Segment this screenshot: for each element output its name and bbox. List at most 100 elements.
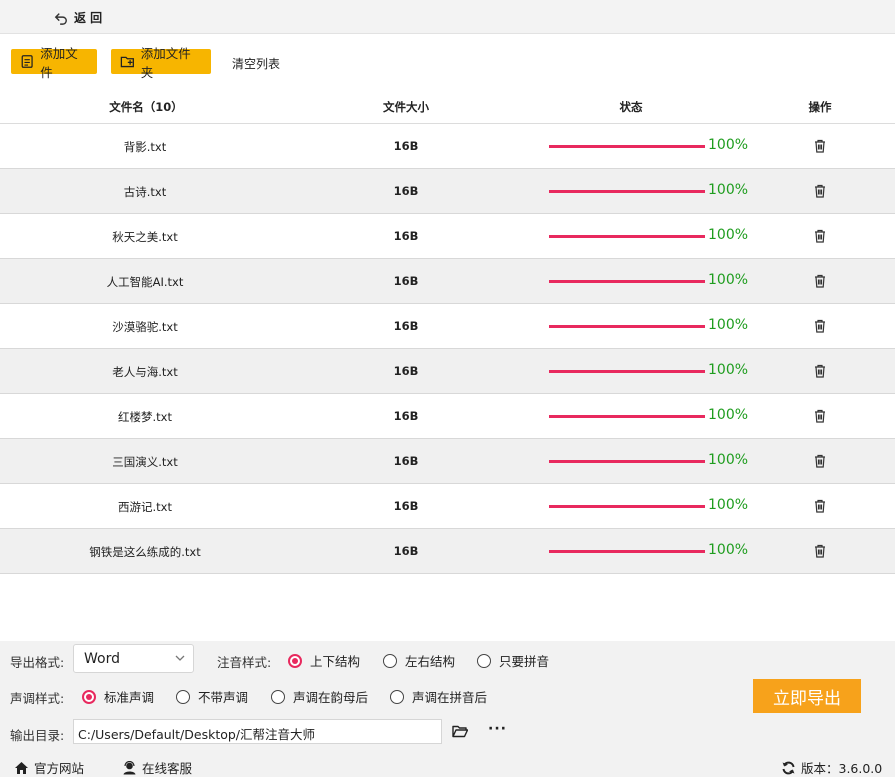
file-size: 16B [393, 319, 419, 333]
toolbar: 添加文件 添加文件夹 清空列表 [0, 34, 895, 88]
radio-circle [477, 653, 491, 668]
clear-list-button[interactable]: 清空列表 [232, 55, 280, 72]
table-row: 钢铁是这么练成的.txt 16B 100% [0, 529, 895, 574]
radio-circle [383, 653, 397, 668]
progress-bar [549, 460, 705, 463]
trash-icon[interactable] [813, 453, 827, 469]
file-size: 16B [393, 139, 419, 153]
progress-bar [549, 235, 705, 238]
official-website-link[interactable]: 官方网站 [14, 758, 84, 777]
radio-circle [390, 689, 404, 704]
radio-tone-after-final[interactable]: 声调在韵母后 [271, 687, 368, 706]
support-agent-icon [123, 760, 136, 774]
progress-fill [549, 415, 705, 418]
file-size: 16B [393, 409, 419, 423]
trash-icon[interactable] [813, 228, 827, 244]
trash-icon[interactable] [813, 408, 827, 424]
table-row: 古诗.txt 16B 100% [0, 169, 895, 214]
add-folder-button[interactable]: 添加文件夹 [111, 46, 211, 80]
status-text: 100% [708, 407, 749, 423]
radio-label: 标准声调 [104, 690, 155, 705]
trash-icon[interactable] [813, 543, 827, 559]
progress-fill [549, 325, 705, 328]
table-header: 文件名（10） 文件大小 状态 操作 [0, 88, 895, 124]
online-support-link[interactable]: 在线客服 [122, 758, 192, 777]
radio-circle [288, 653, 302, 668]
progress-fill [549, 460, 705, 463]
output-dir-input[interactable]: C:/Users/Default/Desktop/汇帮注音大师 [73, 719, 442, 744]
progress-fill [549, 370, 705, 373]
progress-bar [549, 190, 705, 193]
status-text: 100% [708, 182, 749, 198]
chevron-down-icon [175, 655, 185, 661]
radio-tone-none[interactable]: 不带声调 [176, 687, 248, 706]
version-info[interactable]: 版本：3.6.0.0 [781, 758, 882, 777]
tone-style-label: 声调样式: [10, 691, 65, 706]
back-label: 返 回 [74, 11, 103, 25]
export-button[interactable]: 立即导出 [753, 679, 861, 713]
file-name: 钢铁是这么练成的.txt [89, 545, 201, 559]
progress-bar [549, 325, 705, 328]
radio-label: 声调在韵母后 [293, 690, 369, 705]
table-row: 秋天之美.txt 16B 100% [0, 214, 895, 259]
progress-fill [549, 145, 705, 148]
table-row: 沙漠骆驼.txt 16B 100% [0, 304, 895, 349]
trash-icon[interactable] [813, 138, 827, 154]
status-text: 100% [708, 362, 749, 378]
output-dir-label: 输出目录: [10, 728, 65, 743]
top-bar: 返 回 [0, 0, 895, 34]
official-website-label: 官方网站 [34, 761, 85, 776]
table-row: 西游记.txt 16B 100% [0, 484, 895, 529]
back-button[interactable]: 返 回 [54, 9, 102, 26]
status-text: 100% [708, 317, 749, 333]
file-name: 老人与海.txt [112, 365, 178, 379]
file-name: 背影.txt [123, 140, 167, 154]
trash-icon[interactable] [813, 498, 827, 514]
folder-add-icon [120, 56, 134, 68]
status-text: 100% [708, 497, 749, 513]
file-size: 16B [393, 229, 419, 243]
file-name: 西游记.txt [118, 500, 172, 514]
file-name: 古诗.txt [123, 185, 167, 199]
status-text: 100% [708, 227, 749, 243]
radio-pinyin-top-bottom[interactable]: 上下结构 [288, 651, 360, 670]
file-size: 16B [393, 499, 419, 513]
progress-fill [549, 235, 705, 238]
status-text: 100% [708, 137, 749, 153]
status-text: 100% [708, 542, 749, 558]
table-row: 人工智能AI.txt 16B 100% [0, 259, 895, 304]
radio-tone-after-pinyin[interactable]: 声调在拼音后 [390, 687, 487, 706]
progress-bar [549, 505, 705, 508]
trash-icon[interactable] [813, 273, 827, 289]
more-options-button[interactable]: ··· [488, 721, 507, 737]
radio-pinyin-only[interactable]: 只要拼音 [477, 651, 549, 670]
home-icon [15, 761, 28, 774]
radio-circle [271, 689, 285, 704]
radio-label: 上下结构 [310, 654, 361, 669]
format-label: 导出格式: [10, 655, 65, 670]
status-text: 100% [708, 452, 749, 468]
progress-fill [549, 280, 705, 283]
refresh-icon [782, 761, 795, 774]
radio-pinyin-left-right[interactable]: 左右结构 [383, 651, 455, 670]
radio-tone-standard[interactable]: 标准声调 [82, 687, 154, 706]
radio-circle [176, 689, 190, 704]
trash-icon[interactable] [813, 183, 827, 199]
back-arrow-icon [54, 12, 67, 25]
file-name: 秋天之美.txt [112, 230, 178, 244]
radio-label: 声调在拼音后 [412, 690, 488, 705]
radio-label: 不带声调 [198, 690, 249, 705]
settings-panel: 导出格式: Word 注音样式: 上下结构 左右结构 只要拼音 声调样式: 标准… [0, 641, 895, 777]
header-action: 操作 [808, 100, 832, 114]
format-select[interactable]: Word [73, 644, 194, 673]
file-size: 16B [393, 274, 419, 288]
progress-bar [549, 145, 705, 148]
add-file-button[interactable]: 添加文件 [11, 46, 97, 80]
progress-fill [549, 505, 705, 508]
trash-icon[interactable] [813, 318, 827, 334]
file-size: 16B [393, 184, 419, 198]
file-name: 沙漠骆驼.txt [112, 320, 178, 334]
trash-icon[interactable] [813, 363, 827, 379]
file-size: 16B [393, 544, 419, 558]
folder-open-icon[interactable] [452, 725, 468, 738]
